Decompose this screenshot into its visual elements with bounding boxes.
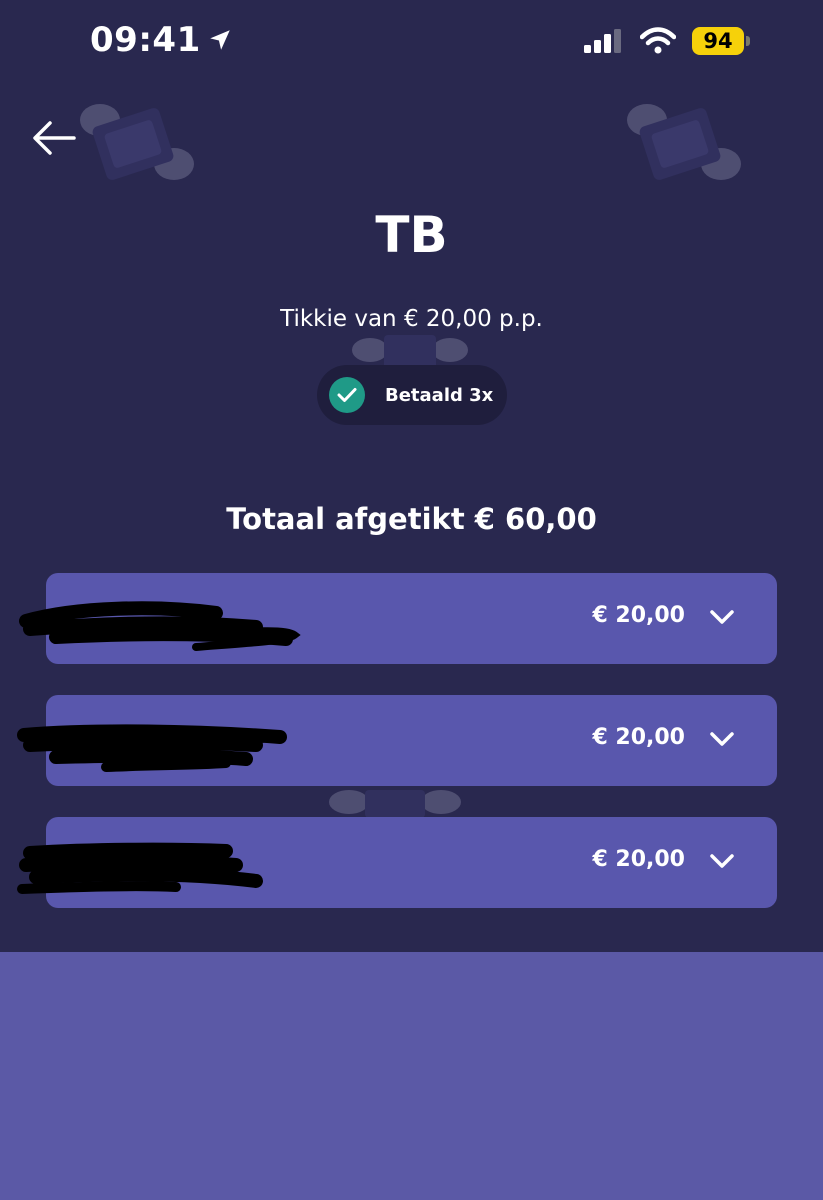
battery-level: 94	[703, 29, 733, 53]
status-time: 09:41	[90, 20, 233, 60]
chevron-down-icon[interactable]	[709, 731, 735, 747]
money-wings-decoration	[80, 104, 194, 180]
footer-background	[0, 952, 823, 1200]
status-time-text: 09:41	[90, 20, 201, 60]
tikkie-amount-subtitle: Tikkie van € 20,00 p.p.	[280, 306, 543, 332]
cellular-signal-icon	[584, 29, 621, 53]
payment-row[interactable]: € 20,00	[17, 695, 777, 786]
payment-amount: € 20,00	[592, 725, 685, 750]
chevron-down-icon[interactable]	[709, 609, 735, 625]
total-paid-label: Totaal afgetikt € 60,00	[226, 502, 597, 536]
location-arrow-icon	[209, 30, 230, 50]
chevron-down-icon[interactable]	[709, 853, 735, 869]
payment-row[interactable]: € 20,00	[17, 817, 777, 908]
paid-status-badge: Betaald 3x	[317, 365, 507, 425]
check-icon	[329, 377, 365, 413]
money-wings-decoration	[627, 104, 741, 180]
battery-indicator: 94	[692, 27, 744, 55]
battery-tip	[746, 36, 750, 46]
payment-amount: € 20,00	[592, 847, 685, 872]
redacted-name	[17, 842, 263, 894]
payment-amount: € 20,00	[592, 603, 685, 628]
paid-status-label: Betaald 3x	[385, 384, 494, 406]
wifi-icon	[640, 27, 676, 54]
money-wings-decoration	[329, 790, 461, 818]
redacted-name	[19, 601, 301, 651]
payment-row[interactable]: € 20,00	[19, 573, 777, 664]
page-title: TB	[375, 206, 448, 264]
redacted-name	[17, 724, 287, 772]
back-arrow-icon[interactable]	[30, 118, 78, 158]
